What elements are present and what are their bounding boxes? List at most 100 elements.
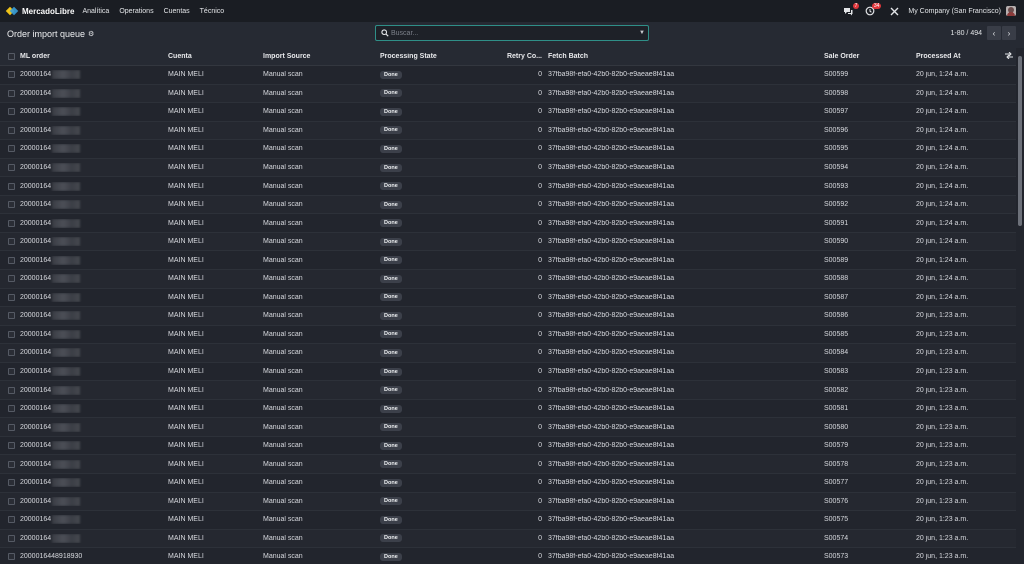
table-row[interactable]: 20000164 MAIN MELI Manual scan Done 0 37fba98… <box>0 140 1016 159</box>
column-header-import-source[interactable]: Import Source <box>263 53 380 60</box>
row-checkbox[interactable] <box>8 497 15 505</box>
column-header-cuenta[interactable]: Cuenta <box>168 53 263 60</box>
row-checkbox[interactable] <box>8 108 15 116</box>
search-input[interactable] <box>391 26 636 40</box>
menu-item-cuentas[interactable]: Cuentas <box>164 8 190 15</box>
row-checkbox[interactable] <box>8 534 15 542</box>
table-row[interactable]: 20000164 MAIN MELI Manual scan Done 0 37fba98… <box>0 418 1016 437</box>
table-row[interactable]: 20000164 MAIN MELI Manual scan Done 0 37fba98… <box>0 381 1016 400</box>
column-header-retry-count[interactable]: Retry Co... <box>505 53 544 60</box>
column-header-sale-order[interactable]: Sale Order <box>824 53 916 60</box>
table-row[interactable]: 20000164 MAIN MELI Manual scan Done 0 37fba98… <box>0 232 1016 252</box>
row-checkbox[interactable] <box>8 349 15 357</box>
row-checkbox[interactable] <box>8 182 15 190</box>
column-header-processed-at[interactable]: Processed At <box>916 53 1001 60</box>
redacted-value <box>52 367 81 377</box>
row-checkbox[interactable] <box>8 71 15 79</box>
row-checkbox[interactable] <box>8 479 15 487</box>
cell-sale-order: S00591 <box>824 219 849 227</box>
cell-import-source: Manual scan <box>263 516 303 524</box>
menu-item-analitica[interactable]: Analítica <box>82 8 109 15</box>
table-row[interactable]: 20000164 MAIN MELI Manual scan Done 0 37fba98… <box>0 492 1016 512</box>
row-checkbox[interactable] <box>8 275 15 283</box>
table-row[interactable]: 20000164 MAIN MELI Manual scan Done 0 37fba98… <box>0 158 1016 178</box>
table-row[interactable]: 20000164 MAIN MELI Manual scan Done 0 37fba98… <box>0 84 1016 104</box>
table-row[interactable]: 2000016448918930 MAIN MELI Manual scan Done… <box>0 548 1016 564</box>
table-row[interactable]: 20000164 MAIN MELI Manual scan Done 0 37fba98… <box>0 214 1016 233</box>
row-checkbox[interactable] <box>8 516 15 524</box>
activity-clock-icon[interactable]: 34 <box>864 3 882 17</box>
cell-processing-state: Done <box>380 534 505 543</box>
table-row[interactable]: 20000164 MAIN MELI Manual scan Done 0 37fba98… <box>0 251 1016 271</box>
table-row[interactable]: 20000164 MAIN MELI Manual scan Done 0 37fba98… <box>0 511 1016 530</box>
table-row[interactable]: 20000164 MAIN MELI Manual scan Done 0 37fba98… <box>0 270 1016 289</box>
optional-columns-toggle[interactable] <box>1001 52 1016 61</box>
row-checkbox[interactable] <box>8 89 15 97</box>
row-checkbox[interactable] <box>8 368 15 376</box>
row-checkbox[interactable] <box>8 145 15 153</box>
table-body: 20000164 MAIN MELI Manual scan Done 0 37fba98… <box>0 66 1016 564</box>
table-row[interactable]: 20000164 MAIN MELI Manual scan Done 0 37fba98… <box>0 455 1016 475</box>
tools-icon[interactable] <box>888 5 900 17</box>
chat-icon[interactable]: 7 <box>842 3 860 17</box>
column-header-fetch-batch[interactable]: Fetch Batch <box>544 53 824 60</box>
cell-processing-state: Done <box>380 404 505 413</box>
row-checkbox[interactable] <box>8 386 15 394</box>
row-select-cell <box>0 164 20 171</box>
gear-icon[interactable]: ⚙ <box>88 30 94 38</box>
cell-import-source: Manual scan <box>263 293 303 301</box>
cell-processed-at: 20 jun, 1:24 a.m. <box>916 238 969 246</box>
row-checkbox[interactable] <box>8 219 15 227</box>
table-row[interactable]: 20000164 MAIN MELI Manual scan Done 0 37fba98… <box>0 436 1016 456</box>
row-checkbox[interactable] <box>8 423 15 431</box>
menu-item-tecnico[interactable]: Técnico <box>200 8 225 15</box>
table-row[interactable]: 20000164 MAIN MELI Manual scan Done 0 37fba98… <box>0 121 1016 141</box>
table-row[interactable]: 20000164 MAIN MELI Manual scan Done 0 37fba98… <box>0 195 1016 215</box>
row-checkbox[interactable] <box>8 164 15 171</box>
row-checkbox[interactable] <box>8 293 15 301</box>
row-checkbox[interactable] <box>8 201 15 209</box>
search-options-toggle[interactable]: ▼ <box>636 30 648 36</box>
table-row[interactable]: 20000164 MAIN MELI Manual scan Done 0 37fba98… <box>0 399 1016 419</box>
menu-item-operations[interactable]: Operations <box>119 8 153 15</box>
cell-fetch-batch: 37fba98f-efa0-42b0-82b0-e9aeae8f41aa <box>548 182 675 190</box>
row-checkbox[interactable] <box>8 405 15 413</box>
table-row[interactable]: 20000164 MAIN MELI Manual scan Done 0 37fba98… <box>0 307 1016 326</box>
column-header-ml-order[interactable]: ML order <box>20 53 168 60</box>
table-row[interactable]: 20000164 MAIN MELI Manual scan Done 0 37fba98… <box>0 362 1016 382</box>
redacted-value <box>52 311 81 321</box>
row-checkbox[interactable] <box>8 442 15 450</box>
vertical-scrollbar[interactable] <box>1016 48 1024 564</box>
table-row[interactable]: 20000164 MAIN MELI Manual scan Done 0 37fba98… <box>0 177 1016 196</box>
table-row[interactable]: 20000164 MAIN MELI Manual scan Done 0 37fba98… <box>0 474 1016 493</box>
row-select-cell <box>0 71 20 79</box>
cell-fetch-batch: 37fba98f-efa0-42b0-82b0-e9aeae8f41aa <box>548 460 675 468</box>
scrollbar-thumb[interactable] <box>1018 56 1022 226</box>
row-checkbox[interactable] <box>8 256 15 264</box>
table-row[interactable]: 20000164 MAIN MELI Manual scan Done 0 37fba98… <box>0 288 1016 308</box>
table-row[interactable]: 20000164 MAIN MELI Manual scan Done 0 37fba98… <box>0 325 1016 345</box>
pager-previous-button[interactable]: ‹ <box>987 26 1001 40</box>
brand[interactable]: MercadoLibre <box>7 7 74 16</box>
row-checkbox[interactable] <box>8 238 15 246</box>
user-avatar[interactable] <box>1006 6 1016 16</box>
row-checkbox[interactable] <box>8 312 15 320</box>
column-header-processing-state[interactable]: Processing State <box>380 53 505 60</box>
redacted-value <box>52 163 81 172</box>
pager-value[interactable]: 1-80 / 494 <box>950 30 982 37</box>
select-all-checkbox[interactable] <box>8 53 15 60</box>
row-select-cell <box>0 108 20 116</box>
row-checkbox[interactable] <box>8 553 15 561</box>
cell-retry-count: 0 <box>538 386 542 394</box>
table-row[interactable]: 20000164 MAIN MELI Manual scan Done 0 37fba98… <box>0 344 1016 363</box>
table-row[interactable]: 20000164 MAIN MELI Manual scan Done 0 37fba98… <box>0 66 1016 85</box>
cell-ml-order: 20000164 <box>20 329 168 339</box>
row-checkbox[interactable] <box>8 330 15 338</box>
company-switcher[interactable]: My Company (San Francisco) <box>908 8 1001 15</box>
cell-retry-count: 0 <box>538 349 542 357</box>
table-row[interactable]: 20000164 MAIN MELI Manual scan Done 0 37fba98… <box>0 103 1016 122</box>
pager-next-button[interactable]: › <box>1002 26 1016 40</box>
table-row[interactable]: 20000164 MAIN MELI Manual scan Done 0 37fba98… <box>0 529 1016 549</box>
row-checkbox[interactable] <box>8 126 15 134</box>
row-checkbox[interactable] <box>8 460 15 468</box>
